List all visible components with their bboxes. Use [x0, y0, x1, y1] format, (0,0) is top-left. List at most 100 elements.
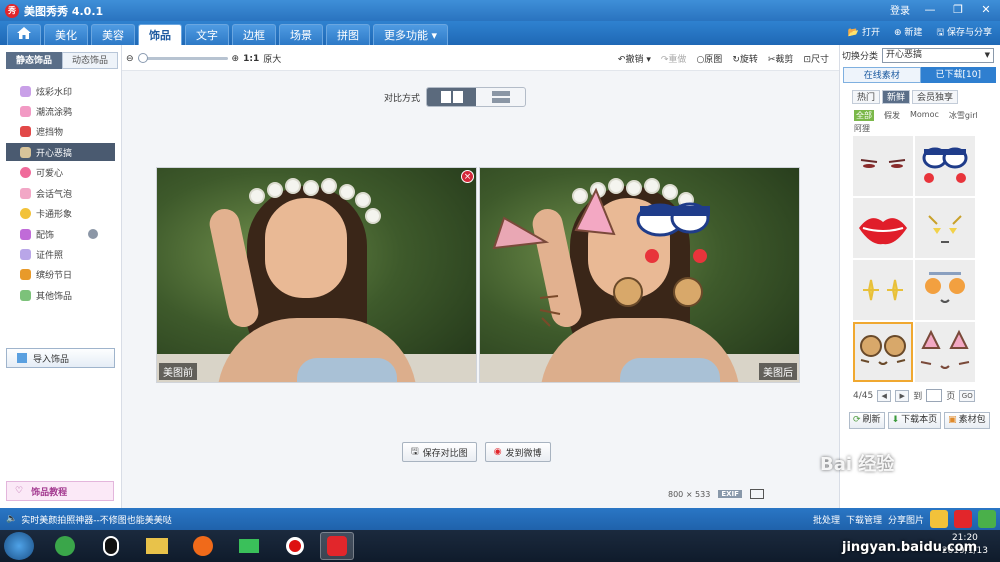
- restore-button[interactable]: ❐: [950, 3, 966, 17]
- filter-vip[interactable]: 会员独享: [912, 90, 959, 104]
- fit-screen-icon[interactable]: [749, 489, 764, 499]
- next-page-button[interactable]: ▶: [895, 389, 910, 402]
- minimize-button[interactable]: —: [922, 3, 938, 17]
- tab-dynamic-accessories[interactable]: 动态饰品: [62, 52, 118, 69]
- tag-wig[interactable]: 假发: [884, 110, 900, 121]
- filter-hot[interactable]: 热门: [852, 90, 881, 104]
- new-button[interactable]: ⊕ 新建: [894, 25, 922, 41]
- material-thumb-sparkle-eyes[interactable]: [853, 260, 913, 320]
- tab-downloaded[interactable]: 已下载[10]: [920, 67, 996, 83]
- status-message[interactable]: 实时美颜拍照神器--不修图也能美美哒: [21, 513, 172, 526]
- whiskers-sticker[interactable]: [539, 295, 561, 327]
- tab-beautify[interactable]: 美化: [44, 24, 88, 45]
- close-icon[interactable]: ×: [461, 170, 474, 183]
- tag-momoc[interactable]: Momoc: [910, 110, 939, 121]
- download-page-button[interactable]: ⬇ 下载本页: [887, 412, 942, 429]
- page-number-input[interactable]: [926, 389, 943, 402]
- tab-frame[interactable]: 边框: [232, 24, 276, 45]
- sidebar-item-id-photo[interactable]: 证件照: [6, 245, 115, 263]
- filter-new[interactable]: 新鲜: [882, 90, 911, 104]
- tab-beauty[interactable]: 美容: [91, 24, 135, 45]
- tag-ali[interactable]: 阿狸: [854, 123, 870, 134]
- before-photo[interactable]: × 美图前: [156, 167, 477, 383]
- material-thumb-red-lips[interactable]: [853, 198, 913, 258]
- taskbar-app-video-icon[interactable]: [232, 532, 266, 560]
- material-thumb-angry-eyes[interactable]: [853, 136, 913, 196]
- tab-text[interactable]: 文字: [185, 24, 229, 45]
- crop-button[interactable]: ✂裁剪: [768, 52, 794, 65]
- compare-top-bottom-button[interactable]: [476, 88, 525, 106]
- taskbar-app-explorer-icon[interactable]: [140, 532, 174, 560]
- star-icon[interactable]: [930, 510, 948, 528]
- sidebar-item-watermark[interactable]: 炫彩水印: [6, 82, 115, 100]
- sidebar-item-graffiti[interactable]: 潮流涂鸦: [6, 102, 115, 120]
- download-manager-button[interactable]: 下载管理: [846, 513, 882, 526]
- tutorial-button[interactable]: ♡ 饰品教程: [6, 481, 114, 501]
- taskbar-app-firefox-icon[interactable]: [186, 532, 220, 560]
- share-image-button[interactable]: 分享图片: [888, 513, 924, 526]
- undo-button[interactable]: ↶撤销 ▾: [618, 52, 651, 65]
- zoom-in-icon[interactable]: ⊕: [232, 54, 240, 64]
- sidebar-item-cartoon[interactable]: 卡通形象: [6, 204, 115, 222]
- tab-more[interactable]: 更多功能 ▾: [373, 24, 449, 45]
- cat-ear-sticker[interactable]: [574, 187, 616, 236]
- tab-static-accessories[interactable]: 静态饰品: [6, 52, 62, 69]
- material-pack-button[interactable]: ▣ 素材包: [944, 412, 990, 429]
- login-link[interactable]: 登录: [890, 2, 910, 17]
- taskbar-app-record-icon[interactable]: [278, 532, 312, 560]
- taskbar-app-meitu-icon[interactable]: [320, 532, 354, 560]
- refresh-button[interactable]: ⟳ 刷新: [849, 412, 885, 429]
- close-button[interactable]: ✕: [978, 3, 994, 17]
- prev-page-button[interactable]: ◀: [877, 389, 892, 402]
- sidebar-item-funny[interactable]: 开心恶搞: [6, 143, 115, 161]
- save-share-button[interactable]: 🖫 保存与分享: [936, 25, 992, 41]
- bear-ear-sticker[interactable]: [613, 277, 643, 307]
- open-button[interactable]: 📂 打开: [848, 25, 880, 41]
- add-icon[interactable]: [978, 510, 996, 528]
- material-thumb-bear-face[interactable]: [915, 260, 975, 320]
- home-button[interactable]: [7, 24, 41, 45]
- material-thumb-bear-ears[interactable]: [853, 322, 913, 382]
- sidebar-item-others[interactable]: 其他饰品: [6, 286, 115, 304]
- sidebar-item-cute[interactable]: 可爱心: [6, 163, 115, 181]
- tab-online-materials[interactable]: 在线素材: [843, 67, 921, 83]
- chevron-down-icon[interactable]: [88, 229, 99, 239]
- weibo-icon[interactable]: [954, 510, 972, 528]
- original-size-button[interactable]: 原大: [263, 52, 281, 65]
- taskbar-app-qq-icon[interactable]: [94, 532, 128, 560]
- bear-ear-sticker[interactable]: [673, 277, 703, 307]
- material-thumb-angry-face[interactable]: [915, 198, 975, 258]
- zoom-out-icon[interactable]: ⊖: [126, 54, 134, 64]
- sidebar-item-mask[interactable]: 遮挡物: [6, 122, 115, 140]
- compare-side-by-side-button[interactable]: [427, 88, 477, 106]
- zoom-ratio[interactable]: 1:1: [243, 54, 259, 64]
- sidebar-item-bubble[interactable]: 会话气泡: [6, 184, 115, 202]
- original-button[interactable]: ○原图: [696, 52, 722, 65]
- go-button[interactable]: GO: [959, 389, 976, 402]
- start-button[interactable]: [4, 532, 34, 560]
- tab-collage[interactable]: 拼图: [326, 24, 370, 45]
- exif-button[interactable]: EXIF: [718, 490, 742, 498]
- tag-frozen-girl[interactable]: 冰雪girl: [949, 110, 978, 121]
- redo-button[interactable]: ↷重做: [661, 52, 687, 65]
- sidebar-item-ornament[interactable]: 配饰: [6, 225, 115, 243]
- resize-button[interactable]: ⊡尺寸: [803, 52, 829, 65]
- category-select[interactable]: 开心恶搞: [882, 48, 995, 63]
- save-compare-button[interactable]: 🖫 保存对比图: [402, 442, 477, 462]
- import-accessory-button[interactable]: 导入饰品: [6, 348, 115, 368]
- tab-accessories[interactable]: 饰品: [138, 24, 182, 45]
- rotate-button[interactable]: ↻旋转: [732, 52, 758, 65]
- post-weibo-button[interactable]: ◉ 发到微博: [484, 442, 551, 462]
- tag-all[interactable]: 全部: [854, 110, 874, 121]
- tab-scene[interactable]: 场景: [279, 24, 323, 45]
- zoom-slider[interactable]: [137, 53, 228, 63]
- tutorial-label: 饰品教程: [31, 487, 68, 498]
- taskbar-app-360-icon[interactable]: [48, 532, 82, 560]
- after-photo[interactable]: 美图后: [479, 167, 800, 383]
- sidebar-item-festival[interactable]: 缤纷节日: [6, 265, 115, 283]
- zoom-slider-handle[interactable]: [137, 53, 148, 63]
- cat-ear-sticker[interactable]: [492, 216, 550, 250]
- batch-button[interactable]: 批处理: [813, 513, 840, 526]
- material-thumb-blue-eyes[interactable]: [915, 136, 975, 196]
- material-thumb-cat-ears[interactable]: [915, 322, 975, 382]
